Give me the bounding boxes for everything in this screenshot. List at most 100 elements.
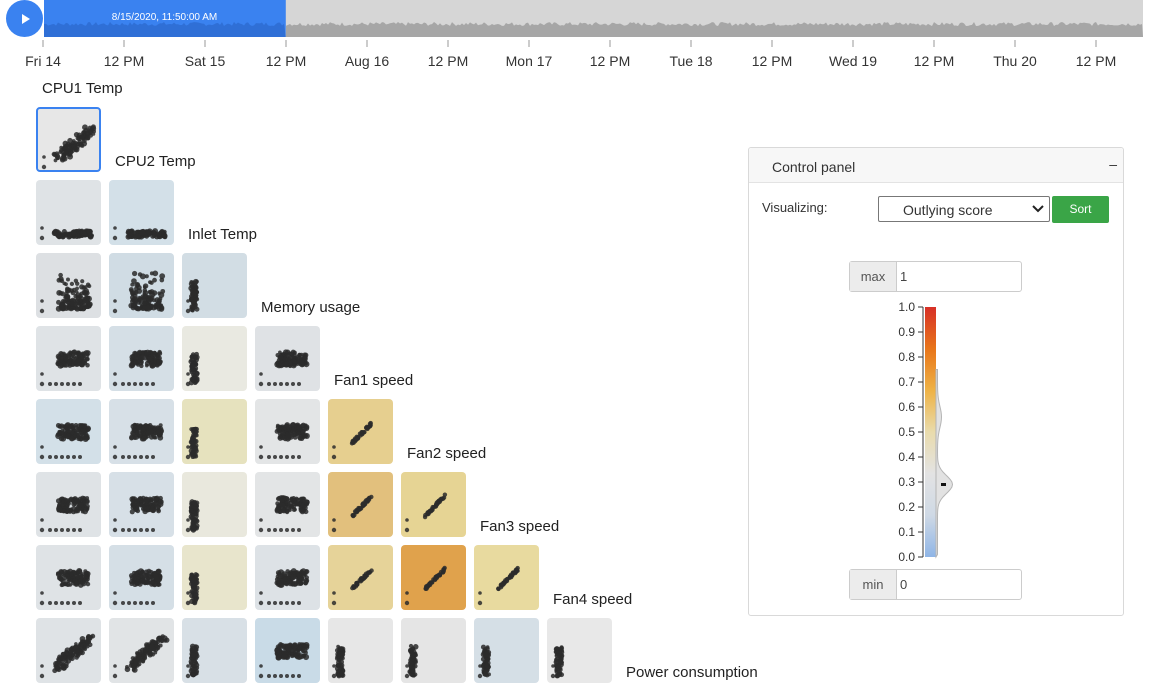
play-icon	[21, 13, 30, 24]
scatter-point	[277, 435, 284, 441]
scatter-point	[365, 497, 371, 502]
scatterplot-cell[interactable]	[182, 545, 247, 610]
scatterplot-cell[interactable]	[182, 253, 247, 318]
scatterplot	[112, 568, 163, 606]
scatter-point	[142, 646, 149, 653]
min-input[interactable]: 0	[900, 577, 907, 592]
scatter-point	[267, 382, 271, 386]
scatter-point	[332, 445, 336, 449]
scatterplot-cell[interactable]	[547, 618, 612, 683]
scatterplot-cell[interactable]	[255, 326, 320, 391]
scatterplot-cell[interactable]	[36, 399, 101, 464]
scatter-point	[151, 455, 155, 459]
scatter-point	[189, 295, 194, 301]
scatterplot-cell[interactable]	[36, 107, 101, 172]
scatterplot-cell[interactable]	[36, 253, 101, 318]
scatter-point	[405, 591, 409, 595]
scatterplot-cell[interactable]	[328, 545, 393, 610]
scatter-point	[190, 366, 197, 373]
scatterplot-cell[interactable]	[328, 472, 393, 537]
scatterplot-cell[interactable]	[109, 253, 174, 318]
scatterplot-cell[interactable]	[401, 545, 466, 610]
scatter-point	[40, 299, 44, 303]
collapse-button[interactable]: –	[1109, 156, 1117, 172]
max-label: max	[850, 262, 897, 291]
scatterplot	[39, 422, 91, 460]
scatterplot-cell[interactable]	[328, 618, 393, 683]
scatter-point	[133, 575, 139, 581]
scatter-point	[138, 360, 144, 366]
scatterplot-cell[interactable]	[36, 326, 101, 391]
scatterplot-cell[interactable]	[255, 472, 320, 537]
scatter-point	[297, 455, 301, 459]
scatterplot-cell[interactable]	[255, 618, 320, 683]
scatterplot-cell[interactable]	[182, 472, 247, 537]
scatter-point	[146, 423, 152, 429]
scatter-point	[442, 492, 448, 497]
max-input[interactable]: 1	[900, 269, 907, 284]
sort-button[interactable]: Sort	[1052, 196, 1109, 223]
play-button[interactable]	[6, 0, 43, 37]
scatter-point	[84, 638, 91, 645]
scatter-point	[137, 568, 144, 575]
scatter-point	[83, 570, 88, 575]
scatter-point	[142, 300, 147, 306]
scatter-point	[59, 148, 64, 153]
scatter-point	[267, 674, 271, 678]
scatterplot-cell[interactable]	[255, 399, 320, 464]
scatter-point	[285, 645, 292, 652]
scatterplot-cell[interactable]	[109, 618, 174, 683]
scatter-point	[131, 501, 136, 506]
variable-label: Fan3 speed	[480, 518, 560, 535]
visualizing-select[interactable]: Outlying score	[878, 196, 1050, 222]
scatterplot	[112, 226, 168, 241]
scatter-point	[40, 226, 44, 230]
scatter-point	[60, 155, 66, 162]
scatter-point	[144, 499, 149, 504]
scatterplot	[550, 645, 565, 679]
scatter-point	[151, 601, 155, 605]
scatterplot-cell[interactable]	[36, 545, 101, 610]
scatterplot-cell[interactable]	[328, 399, 393, 464]
scatterplot-cell[interactable]	[182, 326, 247, 391]
scatter-point	[159, 277, 165, 283]
scatterplot-cell[interactable]	[36, 180, 101, 245]
scatterplot-cell[interactable]	[109, 545, 174, 610]
scatter-point	[71, 352, 76, 357]
scatterplot-cell[interactable]	[401, 618, 466, 683]
scatter-point	[127, 601, 131, 605]
scatterplot-cell[interactable]	[255, 545, 320, 610]
chevron-down-icon	[1032, 205, 1044, 213]
scatterplot-cell[interactable]	[182, 618, 247, 683]
scatterplot-cell[interactable]	[109, 472, 174, 537]
scatter-point	[303, 641, 310, 649]
scatter-point	[129, 434, 135, 440]
scatterplot-cell[interactable]	[182, 399, 247, 464]
scatterplot-cell[interactable]	[36, 472, 101, 537]
scatter-point	[57, 362, 64, 369]
scatter-point	[339, 662, 345, 669]
scatterplot-cell[interactable]	[401, 472, 466, 537]
scatterplot-cell[interactable]	[36, 618, 101, 683]
scatter-point	[58, 436, 65, 442]
scatterplot-cell[interactable]	[109, 180, 174, 245]
scatter-point	[404, 673, 410, 679]
scatter-point	[514, 568, 520, 573]
scatterplot-cell[interactable]	[109, 399, 174, 464]
scatterplot	[331, 494, 374, 533]
scatter-point	[60, 455, 64, 459]
scatterplot-cell[interactable]	[474, 618, 539, 683]
control-panel-header[interactable]: Control panel –	[749, 148, 1123, 183]
scatter-point	[55, 156, 60, 160]
scatter-point	[72, 528, 76, 532]
timeline-track[interactable]	[0, 0, 1153, 50]
scatter-point	[139, 382, 143, 386]
scatter-point	[112, 673, 118, 679]
scatter-point	[65, 433, 71, 440]
scatter-point	[557, 664, 562, 668]
scatter-point	[145, 601, 149, 605]
scatterplot-cell[interactable]	[474, 545, 539, 610]
scatterplot	[258, 568, 310, 606]
scatter-point	[193, 426, 198, 431]
scatterplot-cell[interactable]	[109, 326, 174, 391]
